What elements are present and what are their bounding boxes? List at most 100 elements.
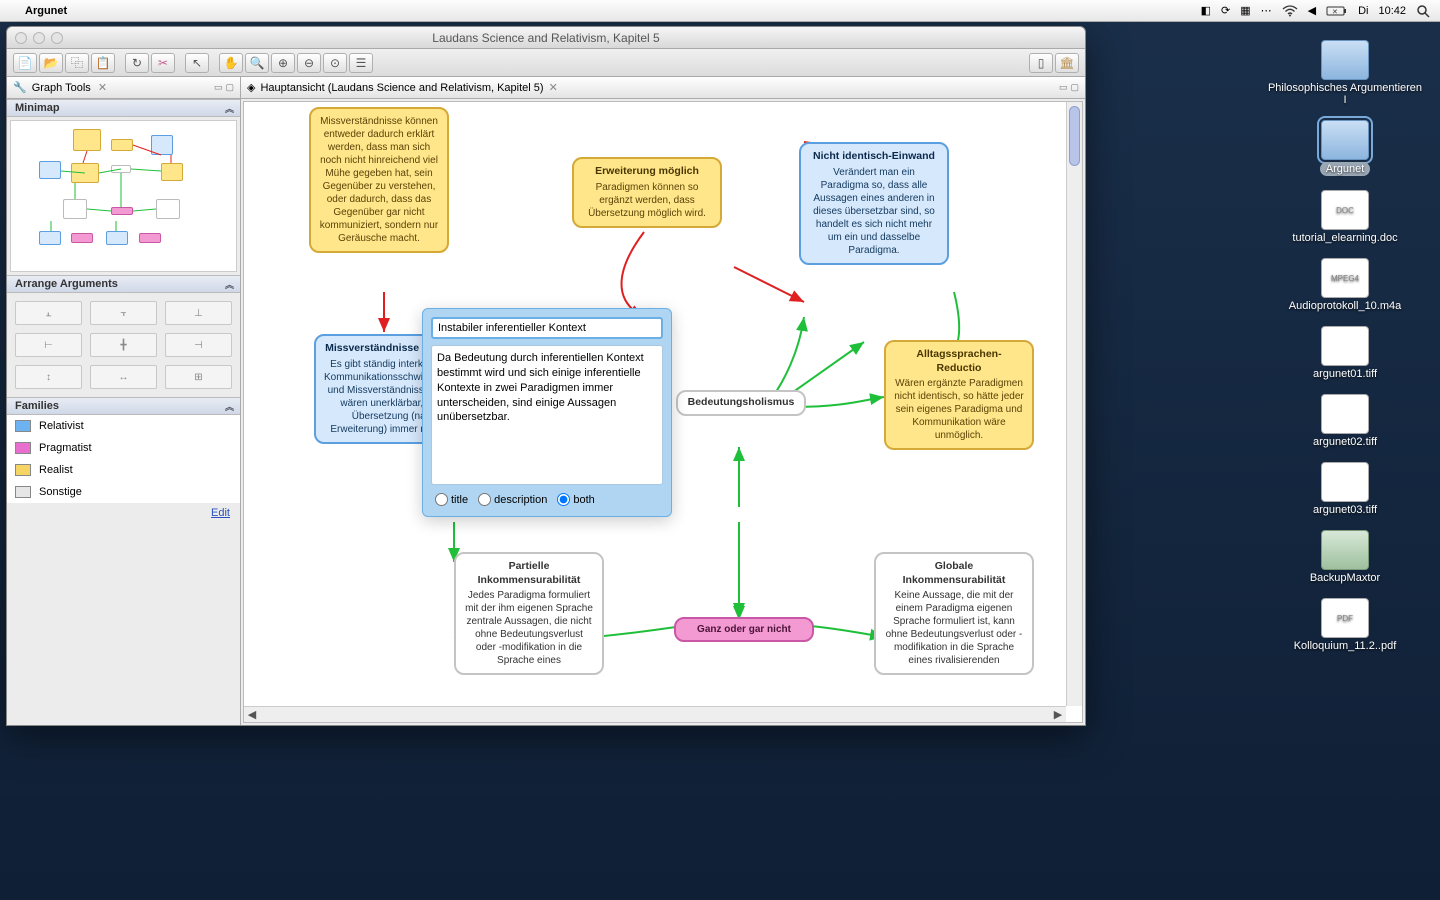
desktop-image[interactable]: argunet03.tiff — [1265, 462, 1425, 516]
collapse-icon[interactable]: ︽ — [225, 102, 234, 115]
close-tab-icon[interactable]: ✕ — [549, 81, 558, 94]
cut-button[interactable]: ✂ — [151, 53, 175, 73]
edit-link[interactable]: Edit — [7, 503, 240, 523]
node-description-textarea[interactable] — [431, 345, 663, 485]
horizontal-scrollbar[interactable]: ◀ ▶ — [244, 706, 1066, 722]
app-name[interactable]: Argunet — [25, 5, 67, 17]
collapse-icon[interactable]: ︽ — [225, 278, 234, 291]
node-ganz-oder-gar-nicht[interactable]: Ganz oder gar nicht — [674, 617, 814, 642]
paste-button[interactable]: 📋 — [91, 53, 115, 73]
zoom-tool[interactable]: 🔍 — [245, 53, 269, 73]
spaces-icon[interactable]: ▦ — [1240, 4, 1250, 17]
arrange-btn-8[interactable]: ↔ — [90, 365, 157, 389]
perspective-button[interactable]: ▯ — [1029, 53, 1053, 73]
minimize-button[interactable] — [33, 32, 45, 44]
desktop-doc[interactable]: DOCtutorial_elearning.doc — [1265, 190, 1425, 244]
node-partielle[interactable]: Partielle Inkommensurabilität Jedes Para… — [454, 552, 604, 675]
families-section-header[interactable]: Families ︽ — [7, 397, 240, 415]
desktop-folder[interactable]: Philosophisches Argumentieren I — [1265, 40, 1425, 106]
volume-icon[interactable]: ◀ — [1308, 4, 1316, 17]
desktop-drive[interactable]: BackupMaxtor — [1265, 530, 1425, 584]
node-title-input[interactable] — [431, 317, 663, 339]
copy-button[interactable]: ⿻ — [65, 53, 89, 73]
swatch — [15, 464, 31, 476]
family-realist[interactable]: Realist — [7, 459, 240, 481]
wifi-icon[interactable] — [1282, 5, 1298, 17]
radio-title[interactable]: title — [435, 493, 468, 506]
close-button[interactable] — [15, 32, 27, 44]
icon-label: BackupMaxtor — [1310, 572, 1380, 584]
menu-extra-icon[interactable]: ◧ — [1201, 4, 1211, 17]
zoom-in-button[interactable]: ⊕ — [271, 53, 295, 73]
minimap-section-header[interactable]: Minimap ︽ — [7, 99, 240, 117]
node-nicht-identisch[interactable]: Nicht identisch-Einwand Verändert man ei… — [799, 142, 949, 265]
node-body: Jedes Paradigma formuliert mit der ihm e… — [464, 589, 594, 667]
minimize-view-icon[interactable]: ▭ — [214, 82, 223, 93]
node-editor[interactable]: title description both — [422, 308, 672, 517]
family-label: Realist — [39, 464, 73, 476]
icon-label: Audioprotokoll_10.m4a — [1289, 300, 1402, 312]
scroll-right-icon[interactable]: ▶ — [1050, 708, 1066, 722]
radio-title-label: title — [451, 494, 468, 506]
battery-icon[interactable]: ✕ — [1326, 5, 1348, 17]
arrange-btn-1[interactable]: ⫠ — [15, 301, 82, 325]
bluetooth-icon[interactable]: ⋯ — [1261, 4, 1272, 17]
arrange-btn-2[interactable]: ⫟ — [90, 301, 157, 325]
maximize-view-icon[interactable]: ▢ — [1070, 82, 1079, 93]
desktop-pdf[interactable]: PDFKolloquium_11.2..pdf — [1265, 598, 1425, 652]
library-button[interactable]: 🏛 — [1055, 53, 1079, 73]
swatch — [15, 442, 31, 454]
hand-tool[interactable]: ✋ — [219, 53, 243, 73]
radio-description[interactable]: description — [478, 493, 547, 506]
layout-button[interactable]: ☰ — [349, 53, 373, 73]
family-pragmatist[interactable]: Pragmatist — [7, 437, 240, 459]
canvas[interactable]: Missverständnisse können entweder dadurc… — [243, 101, 1083, 723]
radio-both[interactable]: both — [557, 493, 594, 506]
arrange-btn-3[interactable]: ⊥ — [165, 301, 232, 325]
vertical-scrollbar[interactable] — [1066, 102, 1082, 706]
desktop-image[interactable]: argunet02.tiff — [1265, 394, 1425, 448]
arrange-btn-5[interactable]: ╋ — [90, 333, 157, 357]
clock-day[interactable]: Di — [1358, 5, 1368, 17]
zoom-button[interactable] — [51, 32, 63, 44]
node-erweiterung[interactable]: Erweiterung möglich Paradigmen können so… — [572, 157, 722, 228]
sync-icon[interactable]: ⟳ — [1221, 4, 1230, 17]
pointer-tool[interactable]: ↖ — [185, 53, 209, 73]
refresh-button[interactable]: ↻ — [125, 53, 149, 73]
node-missverstaendnisse[interactable]: Missverständnisse können entweder dadurc… — [309, 107, 449, 253]
collapse-icon[interactable]: ︽ — [225, 400, 234, 413]
icon-label: Philosophisches Argumentieren I — [1265, 82, 1425, 106]
arrange-section-header[interactable]: Arrange Arguments ︽ — [7, 275, 240, 293]
desktop-folder-argunet[interactable]: Argunet — [1265, 120, 1425, 176]
clock-time[interactable]: 10:42 — [1378, 5, 1406, 17]
desktop-image[interactable]: argunet01.tiff — [1265, 326, 1425, 380]
close-tab-icon[interactable]: ✕ — [98, 81, 107, 94]
arrange-btn-4[interactable]: ⊢ — [15, 333, 82, 357]
maximize-view-icon[interactable]: ▢ — [225, 82, 234, 93]
main-view-tab[interactable]: ◈ Hauptansicht (Laudans Science and Rela… — [241, 77, 1085, 99]
scroll-thumb[interactable] — [1069, 106, 1080, 166]
node-bedeutungsholismus[interactable]: Bedeutungsholismus — [676, 390, 806, 416]
desktop-audio[interactable]: MPEG4Audioprotokoll_10.m4a — [1265, 258, 1425, 312]
family-sonstige[interactable]: Sonstige — [7, 481, 240, 503]
open-button[interactable]: 📂 — [39, 53, 63, 73]
family-relativist[interactable]: Relativist — [7, 415, 240, 437]
titlebar[interactable]: Laudans Science and Relativism, Kapitel … — [7, 27, 1085, 49]
icon-label: argunet03.tiff — [1313, 504, 1377, 516]
graph-tools-tab[interactable]: 🔧 Graph Tools ✕ ▭▢ — [7, 77, 240, 99]
arrange-btn-7[interactable]: ↕ — [15, 365, 82, 389]
menubar-right: ◧ ⟳ ▦ ⋯ ◀ ✕ Di 10:42 — [1201, 4, 1430, 18]
window-controls — [15, 32, 63, 44]
node-globale[interactable]: Globale Inkommensurabilität Keine Aussag… — [874, 552, 1034, 675]
arrange-btn-9[interactable]: ⊞ — [165, 365, 232, 389]
zoom-out-button[interactable]: ⊖ — [297, 53, 321, 73]
minimap[interactable] — [10, 120, 237, 272]
new-button[interactable]: 📄 — [13, 53, 37, 73]
arrange-btn-6[interactable]: ⊣ — [165, 333, 232, 357]
scroll-left-icon[interactable]: ◀ — [244, 708, 260, 722]
node-alltagssprachen[interactable]: Alltagssprachen-Reductio Wären ergänzte … — [884, 340, 1034, 450]
spotlight-icon[interactable] — [1416, 4, 1430, 18]
menubar: Argunet ◧ ⟳ ▦ ⋯ ◀ ✕ Di 10:42 — [0, 0, 1440, 22]
zoom-fit-button[interactable]: ⊙ — [323, 53, 347, 73]
minimize-view-icon[interactable]: ▭ — [1059, 82, 1068, 93]
